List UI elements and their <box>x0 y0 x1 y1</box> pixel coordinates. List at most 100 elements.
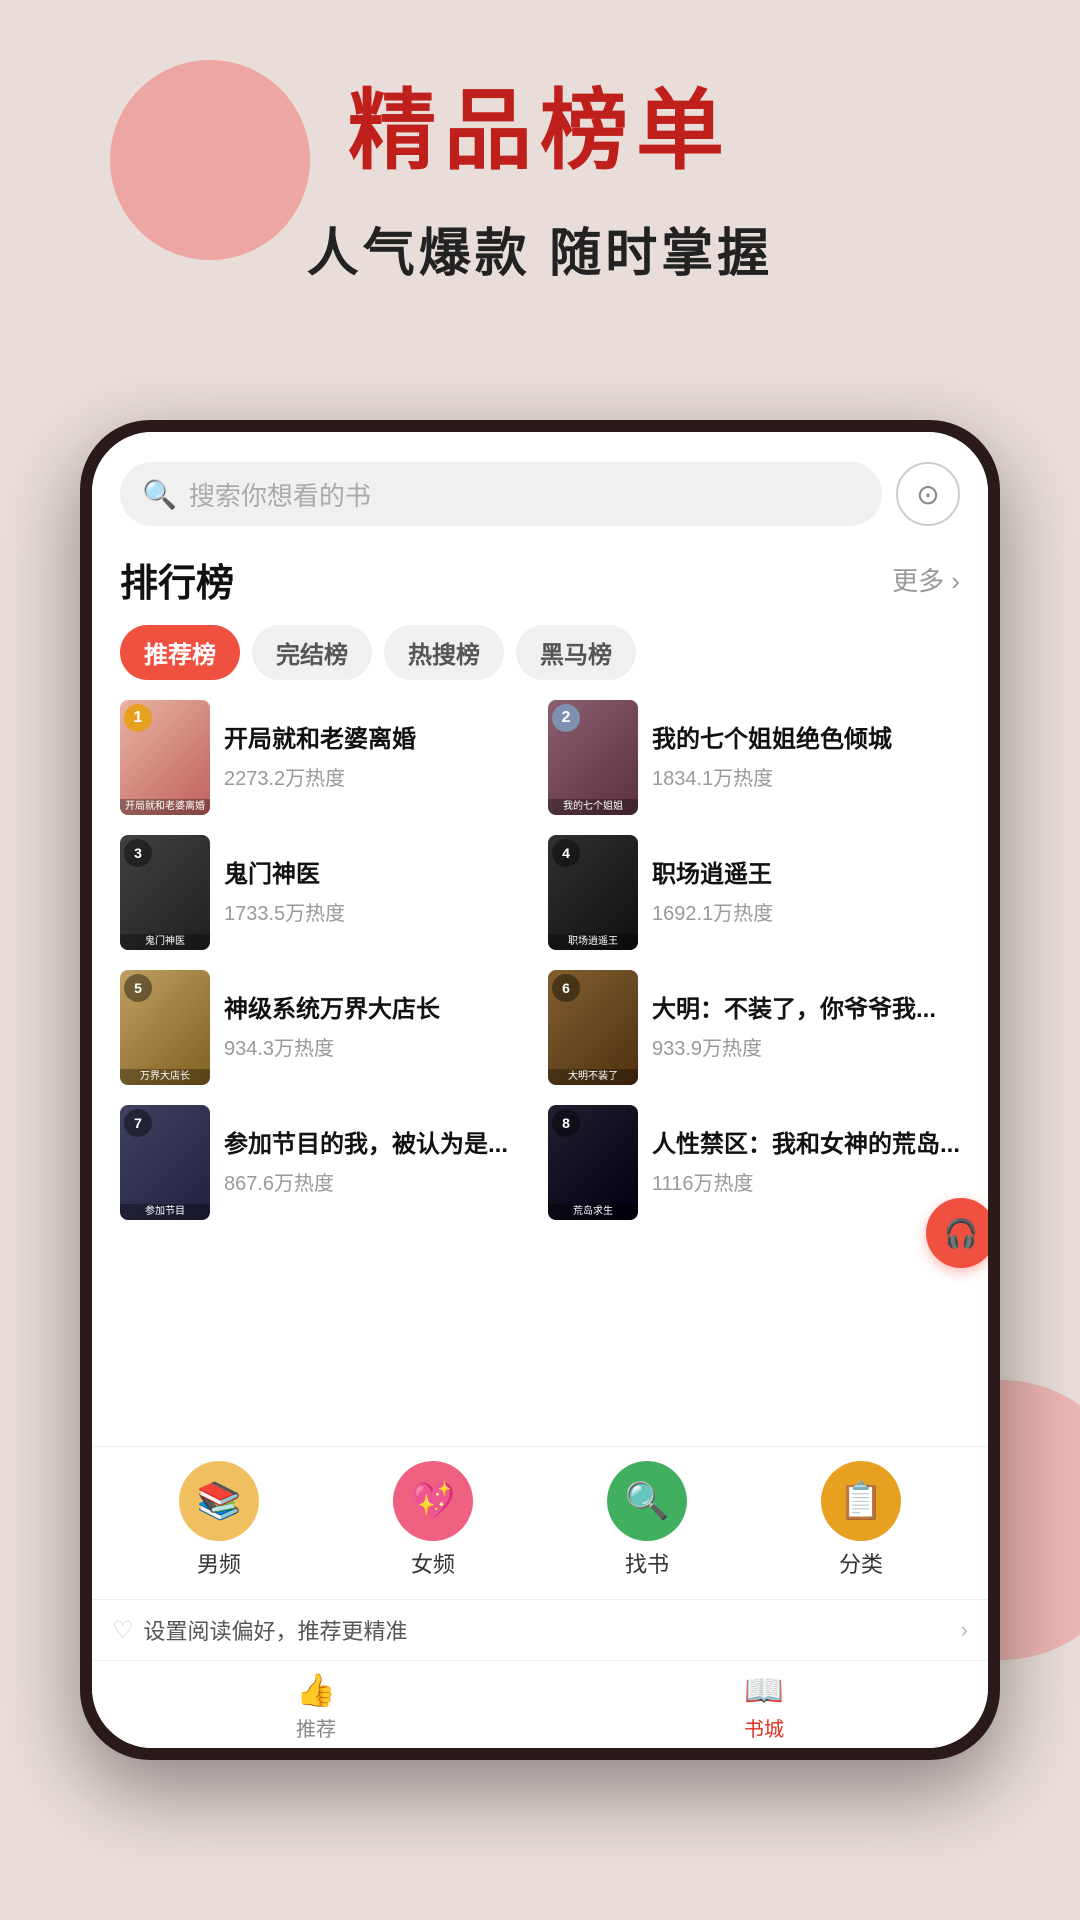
tab-bar: 推荐榜 完结榜 热搜榜 黑马榜 <box>120 625 960 680</box>
book-heat-1: 2273.2万热度 <box>224 762 532 791</box>
rankings-section: 排行榜 更多 › 推荐榜 完结榜 热搜榜 黑马榜 1 开局就 <box>92 544 988 1446</box>
book-item-2[interactable]: 2 我的七个姐姐 我的七个姐姐绝色倾城 1834.1万热度 <box>548 700 960 815</box>
book-cover-1: 1 开局就和老婆离婚 <box>120 700 210 815</box>
book-title-6: 大明：不装了，你爷爷我... <box>652 994 960 1025</box>
rank-badge-8: 8 <box>552 1109 580 1137</box>
female-icon: 💖 <box>411 1480 456 1522</box>
bottom-nav-area: 📚 男频 💖 女频 🔍 找书 <box>92 1446 988 1599</box>
heart-icon: ♡ <box>112 1616 134 1645</box>
book-item-3[interactable]: 3 鬼门神医 鬼门神医 1733.5万热度 <box>120 835 532 950</box>
tab-recommend[interactable]: 👍 推荐 <box>92 1671 540 1742</box>
category-female[interactable]: 💖 女频 <box>393 1461 473 1579</box>
preference-banner[interactable]: ♡ 设置阅读偏好，推荐更精准 › <box>92 1599 988 1660</box>
bottom-categories: 📚 男频 💖 女频 🔍 找书 <box>112 1461 968 1579</box>
cover-text-3: 鬼门神医 <box>120 934 210 950</box>
book-heat-2: 1834.1万热度 <box>652 762 960 791</box>
tab-dark-horse[interactable]: 黑马榜 <box>516 625 636 680</box>
category-icon-male: 📚 <box>179 1461 259 1541</box>
rank-badge-3: 3 <box>124 839 152 867</box>
audio-float-button[interactable]: 🎧 <box>926 1198 988 1268</box>
search-placeholder-text: 搜索你想看的书 <box>189 476 371 513</box>
thumb-icon: 👍 <box>296 1671 336 1709</box>
category-label-male: 男频 <box>197 1547 241 1579</box>
rankings-header: 排行榜 更多 › <box>120 544 960 607</box>
tab-recommended[interactable]: 推荐榜 <box>120 625 240 680</box>
search-bar[interactable]: 🔍 搜索你想看的书 <box>120 462 882 526</box>
tab-bookstore[interactable]: 📖 书城 <box>540 1671 988 1742</box>
book-title-7: 参加节目的我，被认为是... <box>224 1129 532 1160</box>
book-info-8: 人性禁区：我和女神的荒岛... 1116万热度 <box>652 1129 960 1195</box>
cover-text-8: 荒岛求生 <box>548 1204 638 1220</box>
book-item-6[interactable]: 6 大明不装了 大明：不装了，你爷爷我... 933.9万热度 <box>548 970 960 1085</box>
classify-icon: 📋 <box>839 1480 884 1522</box>
header-area: 精品榜单 人气爆款 随时掌握 <box>0 60 1080 286</box>
book-grid: 1 开局就和老婆离婚 开局就和老婆离婚 2273.2万热度 2 我的七个姐姐 <box>120 700 960 1220</box>
book-title-5: 神级系统万界大店长 <box>224 994 532 1025</box>
male-icon: 📚 <box>197 1480 242 1522</box>
rank-badge-5: 5 <box>124 974 152 1002</box>
book-cover-8: 8 荒岛求生 <box>548 1105 638 1220</box>
tab-trending[interactable]: 热搜榜 <box>384 625 504 680</box>
arrow-right-icon: › <box>961 1617 968 1643</box>
main-title: 精品榜单 <box>0 60 1080 187</box>
book-heat-5: 934.3万热度 <box>224 1032 532 1061</box>
book-title-3: 鬼门神医 <box>224 859 532 890</box>
preference-text: 设置阅读偏好，推荐更精准 <box>144 1614 951 1646</box>
book-item-4[interactable]: 4 职场逍遥王 职场逍遥王 1692.1万热度 <box>548 835 960 950</box>
rank-badge-4: 4 <box>552 839 580 867</box>
book-item-7[interactable]: 7 参加节目 参加节目的我，被认为是... 867.6万热度 <box>120 1105 532 1220</box>
rank-badge-1: 1 <box>124 704 152 732</box>
book-title-8: 人性禁区：我和女神的荒岛... <box>652 1129 960 1160</box>
book-heat-4: 1692.1万热度 <box>652 897 960 926</box>
scan-icon: ⊙ <box>916 478 939 511</box>
cover-text-4: 职场逍遥王 <box>548 934 638 950</box>
book-info-2: 我的七个姐姐绝色倾城 1834.1万热度 <box>652 724 960 790</box>
book-heat-7: 867.6万热度 <box>224 1167 532 1196</box>
rankings-title: 排行榜 <box>120 552 234 607</box>
category-icon-female: 💖 <box>393 1461 473 1541</box>
category-find-book[interactable]: 🔍 找书 <box>607 1461 687 1579</box>
category-icon-find: 🔍 <box>607 1461 687 1541</box>
book-cover-3: 3 鬼门神医 <box>120 835 210 950</box>
cover-text-1: 开局就和老婆离婚 <box>120 799 210 815</box>
book-heat-6: 933.9万热度 <box>652 1032 960 1061</box>
search-bar-area: 🔍 搜索你想看的书 ⊙ <box>92 432 988 544</box>
find-icon: 🔍 <box>625 1480 670 1522</box>
phone-screen: 🔍 搜索你想看的书 ⊙ 排行榜 更多 › 推荐榜 完结榜 热搜榜 <box>92 432 988 1748</box>
rank-badge-6: 6 <box>552 974 580 1002</box>
book-title-2: 我的七个姐姐绝色倾城 <box>652 724 960 755</box>
book-cover-4: 4 职场逍遥王 <box>548 835 638 950</box>
book-icon: 📖 <box>744 1671 784 1709</box>
screen-content: 🔍 搜索你想看的书 ⊙ 排行榜 更多 › 推荐榜 完结榜 热搜榜 <box>92 432 988 1748</box>
cover-text-5: 万界大店长 <box>120 1069 210 1085</box>
more-link[interactable]: 更多 › <box>892 561 960 598</box>
book-info-1: 开局就和老婆离婚 2273.2万热度 <box>224 724 532 790</box>
category-label-find: 找书 <box>625 1547 669 1579</box>
book-item-5[interactable]: 5 万界大店长 神级系统万界大店长 934.3万热度 <box>120 970 532 1085</box>
rank-badge-7: 7 <box>124 1109 152 1137</box>
category-classify[interactable]: 📋 分类 <box>821 1461 901 1579</box>
book-title-4: 职场逍遥王 <box>652 859 960 890</box>
scan-button[interactable]: ⊙ <box>896 462 960 526</box>
cover-text-7: 参加节目 <box>120 1204 210 1220</box>
book-cover-6: 6 大明不装了 <box>548 970 638 1085</box>
book-heat-8: 1116万热度 <box>652 1167 960 1196</box>
book-info-5: 神级系统万界大店长 934.3万热度 <box>224 994 532 1060</box>
book-title-1: 开局就和老婆离婚 <box>224 724 532 755</box>
book-info-3: 鬼门神医 1733.5万热度 <box>224 859 532 925</box>
category-male[interactable]: 📚 男频 <box>179 1461 259 1579</box>
book-info-4: 职场逍遥王 1692.1万热度 <box>652 859 960 925</box>
category-label-female: 女频 <box>411 1547 455 1579</box>
sub-title: 人气爆款 随时掌握 <box>0 211 1080 286</box>
book-item-1[interactable]: 1 开局就和老婆离婚 开局就和老婆离婚 2273.2万热度 <box>120 700 532 815</box>
book-item-8[interactable]: 8 荒岛求生 人性禁区：我和女神的荒岛... 1116万热度 <box>548 1105 960 1220</box>
category-icon-classify: 📋 <box>821 1461 901 1541</box>
phone-mockup: 🔍 搜索你想看的书 ⊙ 排行榜 更多 › 推荐榜 完结榜 热搜榜 <box>80 420 1000 1760</box>
book-info-6: 大明：不装了，你爷爷我... 933.9万热度 <box>652 994 960 1060</box>
book-heat-3: 1733.5万热度 <box>224 897 532 926</box>
cover-text-6: 大明不装了 <box>548 1069 638 1085</box>
book-cover-5: 5 万界大店长 <box>120 970 210 1085</box>
tab-bookstore-label: 书城 <box>744 1713 784 1742</box>
tab-completed[interactable]: 完结榜 <box>252 625 372 680</box>
bottom-tab-bar: 👍 推荐 📖 书城 <box>92 1660 988 1748</box>
